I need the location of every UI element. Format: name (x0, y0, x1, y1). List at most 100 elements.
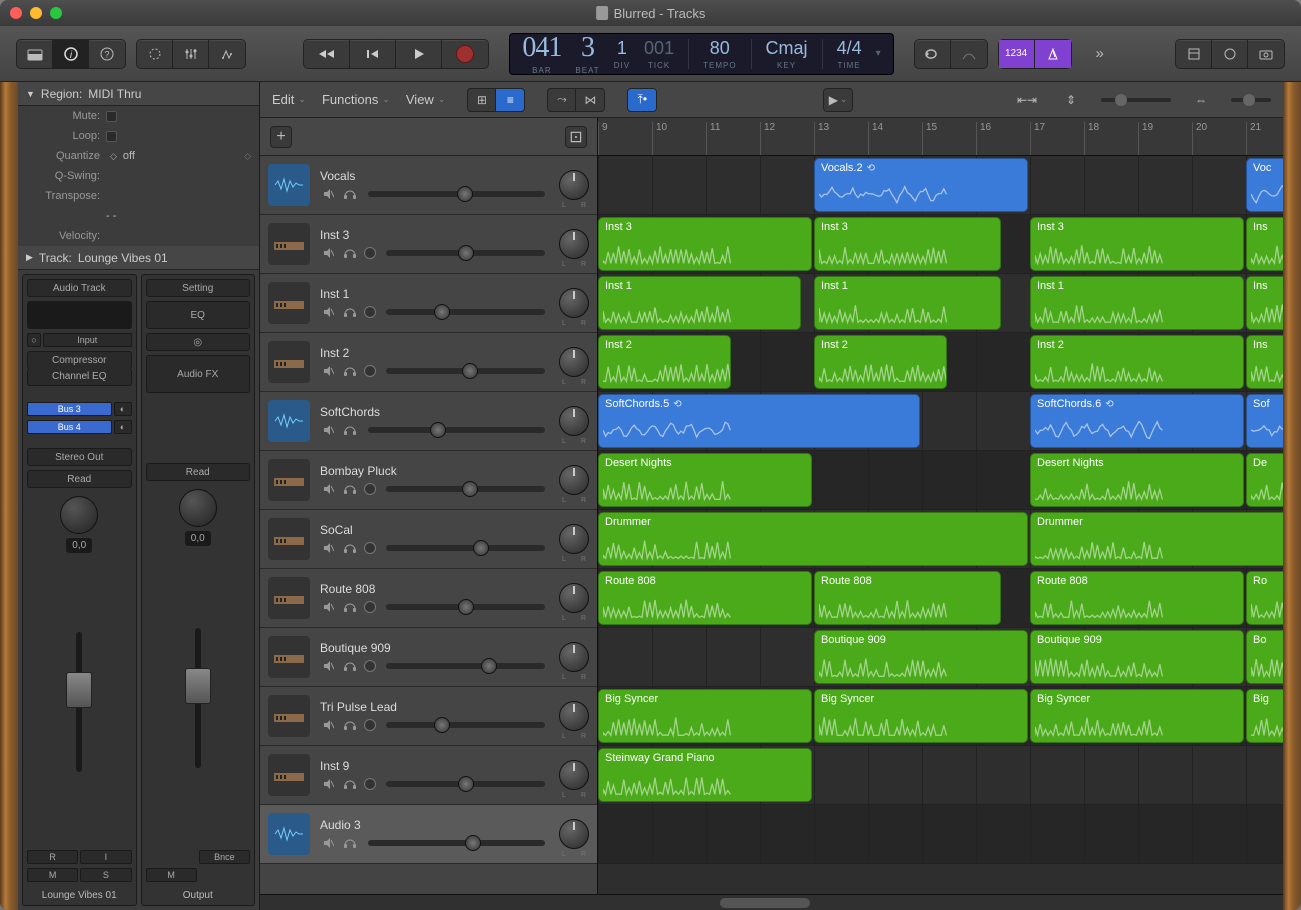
record-enable-icon[interactable] (364, 365, 376, 377)
region[interactable]: SoftChords.5⟲ (598, 394, 920, 448)
track-header[interactable]: Tri Pulse LeadLR (260, 687, 597, 746)
list-view-icon[interactable]: ≡ (496, 89, 524, 111)
region[interactable]: Inst 1 (1030, 276, 1244, 330)
headphones-icon[interactable] (342, 423, 358, 437)
region[interactable]: Sof (1246, 394, 1283, 448)
region[interactable]: SoftChords.6⟲ (1030, 394, 1244, 448)
arrange-lane[interactable]: Steinway Grand Piano (598, 746, 1283, 805)
pointer-tool-icon[interactable]: ▶⌄ (824, 89, 852, 111)
region[interactable]: Desert Nights (598, 453, 812, 507)
region[interactable]: Steinway Grand Piano (598, 748, 812, 802)
track-header[interactable]: SoCalLR (260, 510, 597, 569)
flex-icon[interactable]: ⋈ (576, 89, 604, 111)
bar-ruler[interactable]: 9101112131415161718192021 (598, 118, 1283, 156)
region[interactable]: De (1246, 453, 1283, 507)
pan-knob[interactable]: LR (559, 642, 589, 672)
arrange-lane[interactable]: Desert NightsDesert NightsDe (598, 451, 1283, 510)
input-slot[interactable]: Input (43, 333, 132, 347)
record-enable-icon[interactable] (364, 660, 376, 672)
region[interactable]: Boutique 909 (1030, 630, 1244, 684)
mute-icon[interactable] (320, 836, 336, 850)
arrange-lane[interactable]: Route 808Route 808Route 808Ro (598, 569, 1283, 628)
mute-button[interactable]: M (27, 868, 78, 882)
region[interactable]: Inst 3 (598, 217, 812, 271)
region[interactable]: Inst 1 (814, 276, 1001, 330)
region[interactable]: Big Syncer (598, 689, 812, 743)
eq-thumbnail[interactable] (27, 301, 132, 329)
volume-fader-out[interactable] (185, 668, 211, 704)
zoom-horiz-slider[interactable] (1231, 98, 1271, 102)
region[interactable]: Route 808 (598, 571, 812, 625)
volume-slider[interactable] (386, 368, 545, 374)
volume-slider[interactable] (386, 309, 545, 315)
region[interactable]: Bo (1246, 630, 1283, 684)
mute-icon[interactable] (320, 364, 336, 378)
pan-knob[interactable]: LR (559, 701, 589, 731)
region[interactable]: Route 808 (814, 571, 1001, 625)
functions-menu[interactable]: Functions⌄ (322, 92, 390, 107)
mute-icon[interactable] (320, 482, 336, 496)
region[interactable]: Inst 3 (814, 217, 1001, 271)
headphones-icon[interactable] (342, 364, 358, 378)
record-enable-icon[interactable] (364, 306, 376, 318)
snap-icon[interactable]: ⇤⇥ (1013, 89, 1041, 111)
arrange-lane[interactable]: Inst 3Inst 3Inst 3Ins (598, 215, 1283, 274)
view-menu[interactable]: View⌄ (406, 92, 446, 107)
track-header[interactable]: Inst 1LR (260, 274, 597, 333)
arrange-lane[interactable]: Inst 1Inst 1Inst 1Ins (598, 274, 1283, 333)
record-enable-icon[interactable] (364, 719, 376, 731)
region[interactable]: Inst 2 (598, 335, 731, 389)
record-enable-icon[interactable] (364, 483, 376, 495)
global-tracks-button[interactable]: ⊡ (565, 126, 587, 148)
pan-knob[interactable] (60, 496, 98, 534)
track-header[interactable]: Inst 2LR (260, 333, 597, 392)
mute-icon[interactable] (320, 600, 336, 614)
pan-knob[interactable]: LR (559, 583, 589, 613)
horizontal-scrollbar[interactable] (260, 894, 1283, 910)
headphones-icon[interactable] (342, 541, 358, 555)
arrange-lane[interactable]: Inst 2Inst 2Inst 2Ins (598, 333, 1283, 392)
headphones-icon[interactable] (342, 718, 358, 732)
record-enable-icon[interactable] (364, 601, 376, 613)
mute-icon[interactable] (320, 777, 336, 791)
toolbar-overflow-icon[interactable]: » (1082, 40, 1118, 68)
compressor-slot[interactable]: Compressor (27, 351, 132, 369)
mute-icon[interactable] (320, 718, 336, 732)
region[interactable]: Big (1246, 689, 1283, 743)
region[interactable]: Inst 3 (1030, 217, 1244, 271)
tuner-button[interactable] (951, 40, 987, 68)
headphones-icon[interactable] (342, 600, 358, 614)
library-button[interactable] (17, 40, 53, 68)
automation-mode[interactable]: Read (27, 470, 132, 488)
notepad-button[interactable] (1212, 40, 1248, 68)
volume-slider[interactable] (386, 486, 545, 492)
record-enable-icon[interactable] (364, 778, 376, 790)
volume-slider[interactable] (386, 781, 545, 787)
pan-knob[interactable]: LR (559, 819, 589, 849)
track-header[interactable]: Inst 3LR (260, 215, 597, 274)
setting-slot[interactable]: Setting (146, 279, 251, 297)
count-in-button[interactable]: 1234 (999, 40, 1035, 68)
headphones-icon[interactable] (342, 187, 358, 201)
region[interactable]: Boutique 909 (814, 630, 1028, 684)
mute-icon[interactable] (320, 187, 336, 201)
channel-eq-slot[interactable]: Channel EQ (27, 368, 132, 386)
toolbar-smart-controls-button[interactable] (137, 40, 173, 68)
scrollbar-thumb[interactable] (720, 898, 810, 908)
pan-knob[interactable]: LR (559, 170, 589, 200)
region[interactable]: Drummer (1030, 512, 1283, 566)
region[interactable]: Big Syncer (1030, 689, 1244, 743)
solo-button[interactable]: S (80, 868, 131, 882)
automation-mode-out[interactable]: Read (146, 463, 251, 481)
pan-knob[interactable]: LR (559, 406, 589, 436)
headphones-icon[interactable] (342, 482, 358, 496)
edit-menu[interactable]: Edit⌄ (272, 92, 306, 107)
cycle-button[interactable] (915, 40, 951, 68)
grid-view-icon[interactable]: ⊞ (468, 89, 496, 111)
arrange-lane[interactable]: Vocals.2⟲Voc (598, 156, 1283, 215)
play-button[interactable] (396, 40, 442, 68)
mute-icon[interactable] (320, 305, 336, 319)
catch-playhead-icon[interactable]: ⤒• (628, 89, 656, 111)
headphones-icon[interactable] (342, 836, 358, 850)
mute-icon[interactable] (320, 246, 336, 260)
